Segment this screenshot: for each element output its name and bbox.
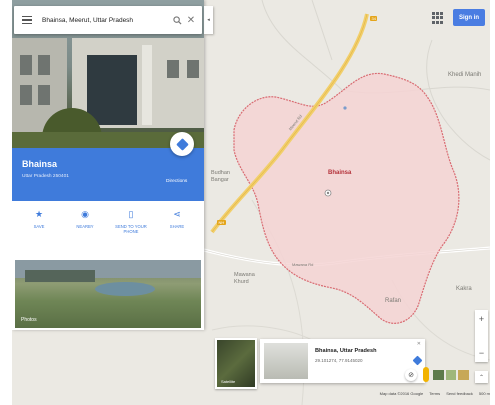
map-label-budhan-line2: Bangar xyxy=(211,177,229,183)
place-name: Bhainsa xyxy=(22,159,58,169)
share-label: SHARE xyxy=(169,224,185,229)
nearby-icon: ◉ xyxy=(81,209,89,219)
satellite-label: Satellite xyxy=(221,379,236,384)
save-button[interactable]: ★ SAVE xyxy=(22,209,56,229)
search-icon[interactable] xyxy=(170,13,184,27)
place-info-card[interactable]: Bhainsa, Uttar Pradesh 29.101274, 77.914… xyxy=(260,339,425,383)
send-to-phone-label: SEND TO YOUR PHONE xyxy=(115,224,147,234)
search-box[interactable]: Bhainsa, Meerut, Uttar Pradesh ✕ xyxy=(14,6,202,34)
highway-shield-top: 34 xyxy=(370,16,378,21)
compass-icon[interactable]: ⊘ xyxy=(405,369,417,381)
expand-icon[interactable]: ⌃ xyxy=(475,371,488,383)
map-label-budhan-line1: Budhan xyxy=(211,170,230,176)
place-panel: Bhainsa, Meerut, Uttar Pradesh ✕ Bhainsa… xyxy=(12,0,204,330)
photos-label: Photos xyxy=(21,317,37,323)
directions-label[interactable]: Directions xyxy=(166,179,187,184)
scale-bar[interactable]: 500 m xyxy=(479,391,490,401)
place-header: Bhainsa Uttar Pradesh 250401 Directions xyxy=(12,132,204,201)
directions-button[interactable] xyxy=(170,132,194,156)
close-icon[interactable]: ✕ xyxy=(417,341,421,347)
map-footer: Map data ©2016 Google Terms Send feedbac… xyxy=(215,391,490,401)
apps-grid-icon[interactable] xyxy=(432,12,444,24)
share-button[interactable]: ⋖ SHARE xyxy=(160,209,194,229)
map-label-kakra: Kakra xyxy=(456,286,472,292)
star-icon: ★ xyxy=(34,209,44,219)
map-label-khedi: Khedi Manih xyxy=(448,72,482,78)
directions-icon xyxy=(175,137,189,151)
photos-thumbnail[interactable]: Photos xyxy=(15,260,201,328)
layer-thumbnails[interactable] xyxy=(433,370,470,380)
map-label-road2: Mawana Rd xyxy=(292,262,314,267)
info-card-title: Bhainsa, Uttar Pradesh xyxy=(315,348,377,354)
place-address: Uttar Pradesh 250401 xyxy=(22,174,69,179)
share-icon: ⋖ xyxy=(173,209,181,219)
map-label-rafan: Rafan xyxy=(385,298,402,304)
nearby-button[interactable]: ◉ NEARBY xyxy=(68,209,102,229)
send-feedback-link[interactable]: Send feedback xyxy=(446,391,473,401)
highway-shield-left: NH xyxy=(217,220,226,225)
save-label: SAVE xyxy=(33,224,45,229)
map-label-mawana: Mawana Khurd xyxy=(234,272,255,286)
zoom-in-button[interactable]: + xyxy=(475,312,488,325)
phone-icon: ▯ xyxy=(128,209,134,219)
zoom-control: + − xyxy=(475,310,488,362)
collapse-panel-button[interactable]: ◂ xyxy=(204,6,213,34)
pegman-icon[interactable] xyxy=(423,367,429,382)
navigation-icon[interactable] xyxy=(411,354,423,366)
map-label-budhan: Budhan Bangar xyxy=(211,170,230,184)
search-input[interactable]: Bhainsa, Meerut, Uttar Pradesh xyxy=(42,17,170,24)
nearby-label: NEARBY xyxy=(76,224,94,229)
map-data-credit: Map data ©2016 Google xyxy=(379,391,424,396)
zoom-out-button[interactable]: − xyxy=(475,346,488,359)
maps-window: Bhainsa Budhan Bangar Mawana Khurd Rafan… xyxy=(12,0,490,405)
menu-icon[interactable] xyxy=(22,16,32,24)
place-actions: ★ SAVE ◉ NEARBY ▯ SEND TO YOUR PHONE ⋖ S… xyxy=(12,201,204,253)
map-boundary-label: Bhainsa xyxy=(328,170,352,176)
sign-in-button[interactable]: Sign in xyxy=(453,9,485,26)
map-label-mawana-line1: Mawana xyxy=(234,272,255,278)
terms-link[interactable]: Terms xyxy=(429,391,440,401)
close-icon[interactable]: ✕ xyxy=(184,13,198,27)
street-view-thumbnail[interactable] xyxy=(264,343,308,379)
map-label-mawana-line2: Khurd xyxy=(234,279,249,285)
send-to-phone-button[interactable]: ▯ SEND TO YOUR PHONE xyxy=(114,209,148,234)
info-card-coordinates: 29.101274, 77.9145020 xyxy=(315,358,363,363)
satellite-toggle[interactable]: Satellite xyxy=(215,338,257,389)
